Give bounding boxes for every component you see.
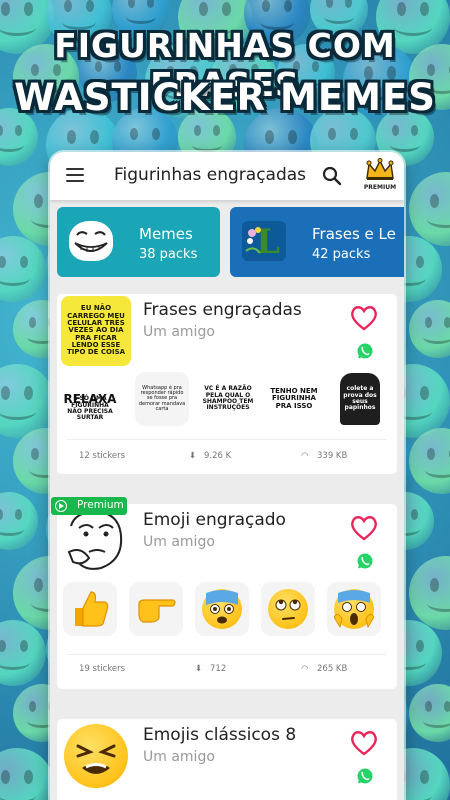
- sticker-thumb[interactable]: TENHO NEM FIGURINHA PRA ISSO: [267, 372, 321, 426]
- sticker-thumb[interactable]: [261, 582, 315, 636]
- cover-text: EU NÃO CARREGO MEU CELULAR TRÊS VEZES AO…: [61, 296, 131, 366]
- download-count: 712: [210, 664, 227, 674]
- category-count: 38 packs: [139, 247, 198, 262]
- sticker-thumb[interactable]: [195, 582, 249, 636]
- download-icon: ⬇: [189, 451, 197, 461]
- sticker-thumb[interactable]: Whatsapp é pra responder rápido se fosse…: [135, 372, 189, 426]
- pack-author: Um amigo: [143, 749, 215, 765]
- floral-letter-icon: L: [242, 221, 286, 262]
- divider: [67, 654, 387, 655]
- size-icon: ◠: [301, 664, 309, 674]
- sticker-thumb[interactable]: [63, 582, 117, 636]
- sticker-text: É SÓ UMA FIGURINHA NÃO PRECISA SURTAR: [67, 395, 113, 422]
- whatsapp-icon[interactable]: [356, 552, 374, 570]
- sticker-preview-row: RELAXA É SÓ UMA FIGURINHA NÃO PRECISA SU…: [63, 372, 393, 428]
- sticker-thumb[interactable]: VC É A RAZÃO PELA QUAL O SHAMPOO TEM INS…: [201, 372, 255, 426]
- divider: [67, 439, 387, 440]
- smiley-background-icon: [0, 492, 38, 550]
- sticker-count: 12 stickers: [79, 451, 126, 461]
- tired-face-icon: [64, 724, 128, 788]
- pack-author: Um amigo: [143, 324, 215, 340]
- heart-icon[interactable]: [349, 514, 379, 542]
- download-count: 9.26 K: [204, 451, 232, 461]
- category-count: 42 packs: [312, 247, 371, 262]
- tank-top-icon: colete a prova dos seus papinhos: [340, 373, 380, 425]
- category-name: Memes: [139, 225, 193, 243]
- sticker-count: 19 stickers: [79, 664, 126, 674]
- size-icon: ◠: [301, 451, 309, 461]
- smiley-background-icon: [0, 236, 46, 302]
- sticker-text: TENHO NEM FIGURINHA PRA ISSO: [270, 386, 318, 410]
- heart-icon[interactable]: [349, 729, 379, 757]
- pack-card[interactable]: EU NÃO CARREGO MEU CELULAR TRÊS VEZES AO…: [57, 294, 397, 474]
- pointing-right-icon: [138, 599, 176, 623]
- play-circle-icon: [55, 500, 67, 512]
- pack-cover: [61, 506, 131, 576]
- pack-card[interactable]: Emojis clássicos 8 Um amigo: [57, 719, 397, 800]
- premium-crown-button[interactable]: PREMIUM: [363, 158, 397, 196]
- smiley-background-icon: [409, 300, 450, 358]
- sticker-text: VC É A RAZÃO PELA QUAL O SHAMPOO TEM INS…: [202, 385, 254, 412]
- smiley-background-icon: [409, 556, 450, 630]
- pack-name: Emojis clássicos 8: [143, 725, 297, 745]
- premium-badge: Premium: [51, 497, 127, 515]
- eye-roll-face-icon: [268, 589, 308, 629]
- sticker-thumb[interactable]: [129, 582, 183, 636]
- menu-icon[interactable]: [66, 168, 84, 182]
- pack-name: Frases engraçadas: [143, 300, 302, 320]
- pack-cover: [61, 721, 131, 791]
- smiley-background-icon: [409, 684, 450, 742]
- anxious-face-icon: [202, 589, 242, 629]
- app-bar: Figurinhas engraçadas PREMIUM: [50, 152, 404, 200]
- thinking-meme-face-icon: [67, 510, 123, 570]
- sticker-text: colete a prova dos seus papinhos: [343, 385, 377, 412]
- sticker-thumb[interactable]: [327, 582, 381, 636]
- pack-cover: EU NÃO CARREGO MEU CELULAR TRÊS VEZES AO…: [61, 296, 131, 366]
- whatsapp-icon[interactable]: [356, 342, 374, 360]
- whatsapp-icon[interactable]: [356, 767, 374, 785]
- pack-size: 265 KB: [317, 664, 348, 674]
- headline-line-2: WASTICKER MEMES: [14, 76, 436, 119]
- smiley-background-icon: [0, 620, 46, 686]
- pack-card[interactable]: Emoji engraçado Um amigo 19 stickers ⬇ 7…: [57, 504, 397, 689]
- phone-screen: Figurinhas engraçadas PREMIUM Memes 38 p…: [50, 152, 404, 800]
- category-frases[interactable]: L Frases e Le 42 packs: [230, 207, 404, 277]
- pack-author: Um amigo: [143, 534, 215, 550]
- sticker-preview-row: [63, 582, 393, 638]
- sticker-thumb[interactable]: É SÓ UMA FIGURINHA NÃO PRECISA SURTAR: [63, 394, 117, 424]
- download-icon: ⬇: [195, 664, 203, 674]
- heart-icon[interactable]: [349, 304, 379, 332]
- sticker-text: Whatsapp é pra responder rápido se fosse…: [138, 384, 186, 412]
- screaming-face-icon: [334, 589, 374, 629]
- thumbs-up-icon: [75, 591, 109, 627]
- premium-badge-label: Premium: [77, 499, 124, 511]
- smiley-background-icon: [409, 172, 450, 246]
- pack-size: 339 KB: [317, 451, 348, 461]
- app-title: Figurinhas engraçadas: [114, 165, 307, 185]
- category-memes[interactable]: Memes 38 packs: [57, 207, 220, 277]
- sticker-thumb[interactable]: colete a prova dos seus papinhos: [333, 372, 387, 426]
- troll-face-icon: [69, 221, 113, 261]
- premium-label: PREMIUM: [363, 184, 397, 191]
- pack-name: Emoji engraçado: [143, 510, 286, 530]
- pack-stats: 19 stickers ⬇ 712 ◠ 265 KB: [57, 662, 397, 682]
- crown-icon: [366, 158, 394, 180]
- category-name: Frases e Le: [312, 225, 396, 243]
- pack-stats: 12 stickers ⬇ 9.26 K ◠ 339 KB: [57, 449, 397, 469]
- search-icon[interactable]: [322, 166, 342, 186]
